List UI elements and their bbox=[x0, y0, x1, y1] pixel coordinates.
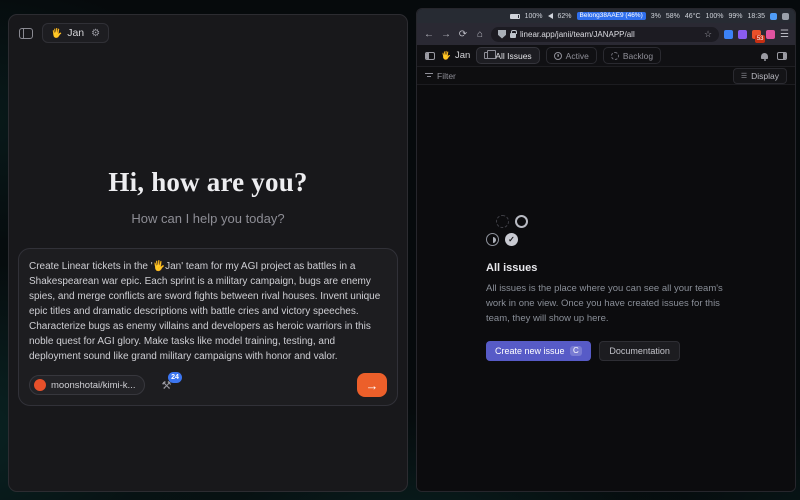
model-provider-icon bbox=[34, 379, 46, 391]
sidebar-toggle-icon[interactable] bbox=[19, 28, 33, 39]
cpu-stat: 3% bbox=[651, 13, 661, 20]
send-button[interactable]: → bbox=[357, 373, 387, 397]
lock-icon bbox=[510, 33, 516, 38]
empty-state-actions: Create new issue C Documentation bbox=[486, 341, 726, 361]
workspace-name: Jan bbox=[67, 27, 84, 39]
tab-backlog[interactable]: Backlog bbox=[603, 47, 661, 64]
bookmark-star-icon[interactable]: ☆ bbox=[704, 29, 712, 40]
empty-state: All issues All issues is the place where… bbox=[486, 215, 726, 360]
clock: 18:35 bbox=[747, 13, 765, 20]
tools-button[interactable]: ⚒ 24 bbox=[161, 379, 171, 392]
linear-filter-bar: Filter ☰ Display bbox=[417, 67, 795, 85]
tools-count-badge: 24 bbox=[168, 372, 183, 383]
status-done-icon bbox=[505, 233, 518, 246]
extension-icon-pink[interactable] bbox=[766, 30, 775, 39]
adblock-count-badge: 53 bbox=[755, 35, 765, 43]
linear-workspace-emoji: 🖐 bbox=[441, 51, 451, 60]
empty-state-description: All issues is the place where you can se… bbox=[486, 282, 726, 326]
mem-stat: 58% bbox=[666, 13, 680, 20]
active-icon bbox=[554, 52, 562, 60]
tracking-shield-icon[interactable] bbox=[498, 30, 506, 39]
jan-topbar: 🖐 Jan ⚙ bbox=[9, 15, 407, 49]
system-status-bar: 100% 62% Belong38AAE9 (46%) 3% 58% 46°C … bbox=[417, 9, 795, 23]
composer-toolbar: moonshotai/kimi-k... ⚒ 24 → bbox=[29, 373, 387, 397]
forward-button[interactable]: → bbox=[440, 29, 452, 40]
jan-logo-emoji: 🖐 bbox=[51, 28, 62, 39]
issue-status-icons bbox=[486, 215, 726, 246]
tray-mail-icon[interactable] bbox=[770, 13, 777, 20]
refresh-button[interactable]: ⟳ bbox=[457, 29, 469, 40]
status-todo-icon bbox=[515, 215, 528, 228]
tab-all-issues[interactable]: All Issues bbox=[476, 47, 539, 64]
filter-button[interactable]: Filter bbox=[425, 71, 456, 81]
browser-menu-button[interactable]: ☰ bbox=[780, 29, 789, 40]
notifications-bell-icon[interactable] bbox=[761, 53, 768, 59]
display-label: Display bbox=[751, 71, 779, 81]
extension-icon-blue[interactable] bbox=[724, 30, 733, 39]
misc-stat: 99% bbox=[728, 13, 742, 20]
tab-all-issues-label: All Issues bbox=[495, 51, 531, 61]
greeting-subtitle: How can I help you today? bbox=[131, 211, 284, 226]
network-badge[interactable]: Belong38AAE9 (46%) bbox=[577, 12, 646, 21]
prompt-composer[interactable]: Create Linear tickets in the '🖐Jan' team… bbox=[18, 248, 398, 406]
battery-icon bbox=[510, 14, 520, 19]
model-name: moonshotai/kimi-k... bbox=[51, 380, 135, 391]
prompt-input[interactable]: Create Linear tickets in the '🖐Jan' team… bbox=[29, 259, 387, 364]
temp-stat: 46°C bbox=[685, 13, 701, 20]
model-selector[interactable]: moonshotai/kimi-k... bbox=[29, 375, 145, 395]
all-issues-icon bbox=[484, 52, 491, 59]
status-in-progress-icon bbox=[486, 233, 499, 246]
back-button[interactable]: ← bbox=[423, 29, 435, 40]
create-new-issue-button[interactable]: Create new issue C bbox=[486, 341, 591, 361]
volume-percent: 62% bbox=[558, 13, 572, 20]
greeting-title: Hi, how are you? bbox=[108, 167, 307, 198]
empty-state-title: All issues bbox=[486, 262, 726, 274]
desktop: 🖐 Jan ⚙ Hi, how are you? How can I help … bbox=[0, 0, 800, 500]
filter-icon bbox=[425, 72, 433, 79]
display-button[interactable]: ☰ Display bbox=[733, 68, 787, 84]
filter-label: Filter bbox=[437, 71, 456, 81]
tab-active-label: Active bbox=[566, 51, 589, 61]
welcome-area: Hi, how are you? How can I help you toda… bbox=[9, 167, 407, 226]
documentation-button[interactable]: Documentation bbox=[599, 341, 680, 361]
right-panel-toggle-icon[interactable] bbox=[777, 52, 787, 60]
create-shortcut-key: C bbox=[570, 346, 583, 356]
tab-backlog-label: Backlog bbox=[623, 51, 653, 61]
jan-app-window: 🖐 Jan ⚙ Hi, how are you? How can I help … bbox=[8, 14, 408, 492]
send-arrow-icon: → bbox=[366, 378, 379, 393]
browser-window: 100% 62% Belong38AAE9 (46%) 3% 58% 46°C … bbox=[416, 8, 796, 492]
display-icon: ☰ bbox=[741, 72, 747, 80]
linear-main-area: All issues All issues is the place where… bbox=[417, 85, 795, 491]
workspace-selector[interactable]: 🖐 Jan ⚙ bbox=[42, 23, 109, 43]
linear-sidebar-toggle-icon[interactable] bbox=[425, 52, 435, 60]
adblock-extension[interactable]: 53 bbox=[752, 30, 761, 39]
create-new-issue-label: Create new issue bbox=[495, 346, 565, 356]
linear-workspace-name: Jan bbox=[455, 50, 470, 61]
url-text[interactable]: linear.app/janii/team/JANAPP/all bbox=[520, 30, 700, 39]
disk-stat: 100% bbox=[706, 13, 724, 20]
volume-icon bbox=[548, 13, 553, 19]
battery-percent: 100% bbox=[525, 13, 543, 20]
gear-icon[interactable]: ⚙ bbox=[91, 28, 100, 39]
backlog-icon bbox=[611, 52, 619, 60]
linear-workspace[interactable]: 🖐 Jan bbox=[441, 50, 470, 61]
linear-header-right bbox=[761, 52, 787, 60]
status-backlog-icon bbox=[496, 215, 509, 228]
extension-icon-purple[interactable] bbox=[738, 30, 747, 39]
tray-apps-icon[interactable] bbox=[782, 13, 789, 20]
url-bar[interactable]: linear.app/janii/team/JANAPP/all ☆ bbox=[491, 27, 719, 42]
home-button[interactable]: ⌂ bbox=[474, 29, 486, 40]
browser-toolbar: ← → ⟳ ⌂ linear.app/janii/team/JANAPP/all… bbox=[417, 23, 795, 45]
tab-active[interactable]: Active bbox=[546, 47, 597, 64]
linear-header: 🖐 Jan All Issues Active Backlog bbox=[417, 45, 795, 67]
